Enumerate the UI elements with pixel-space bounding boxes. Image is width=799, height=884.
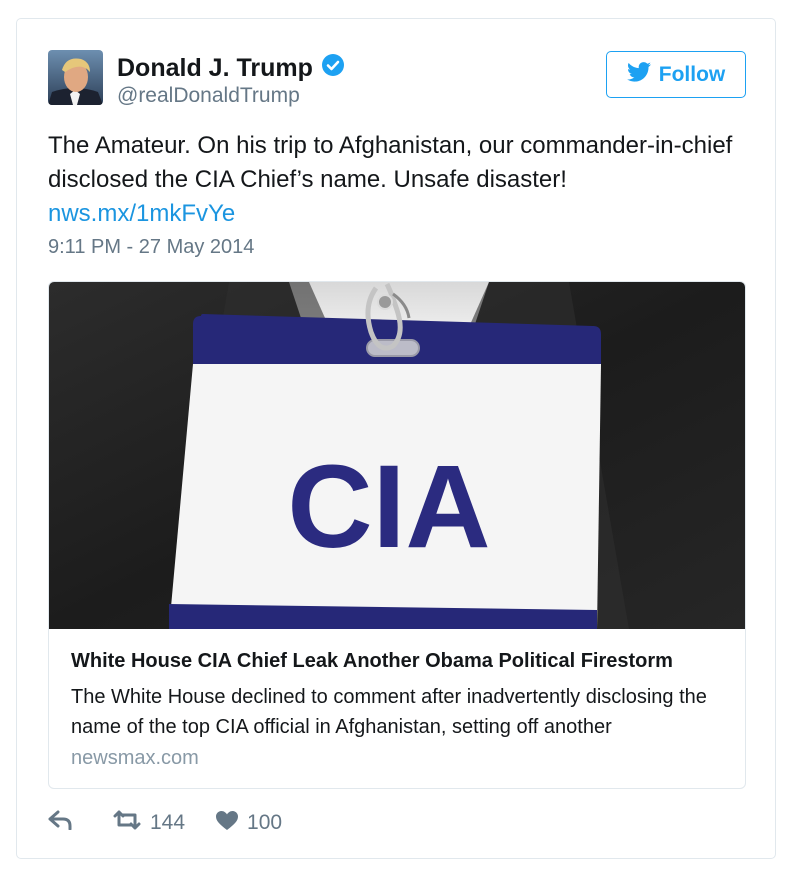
verified-badge-icon — [321, 53, 345, 84]
author-handle[interactable]: @realDonaldTrump — [117, 84, 300, 108]
follow-button-label: Follow — [658, 62, 726, 86]
like-count: 100 — [247, 811, 283, 834]
tweet-body: The Amateur. On his trip to Afghanistan,… — [48, 132, 733, 193]
reply-button[interactable] — [48, 810, 74, 836]
tweet-timestamp[interactable]: 9:11 PM - 27 May 2014 — [48, 236, 254, 259]
link-preview-card[interactable]: CIA White House CIA Chief Leak Another O… — [48, 281, 746, 789]
retweet-button[interactable]: 144 — [112, 809, 185, 837]
card-image: CIA — [49, 282, 745, 629]
author-name-text: Donald J. Trump — [117, 54, 313, 82]
card-domain: newsmax.com — [71, 747, 199, 769]
twitter-bird-icon — [626, 61, 651, 88]
card-title[interactable]: White House CIA Chief Leak Another Obama… — [71, 650, 731, 673]
like-button[interactable]: 100 — [215, 810, 282, 837]
heart-icon — [215, 810, 239, 837]
avatar[interactable] — [48, 50, 103, 105]
tweet-link[interactable]: nws.mx/1mkFvYe — [48, 197, 760, 231]
tweet-text: The Amateur. On his trip to Afghanistan,… — [48, 129, 760, 231]
follow-button[interactable]: Follow — [606, 51, 746, 98]
author-name[interactable]: Donald J. Trump — [117, 53, 345, 84]
tweet-card: Donald J. Trump @realDonaldTrump Follow … — [16, 18, 776, 859]
card-description: The White House declined to comment afte… — [71, 686, 707, 738]
tweet-actions: 144 100 — [48, 809, 282, 837]
retweet-count: 144 — [150, 811, 186, 834]
reply-icon — [48, 810, 74, 836]
cia-badge-text: CIA — [287, 441, 490, 573]
retweet-icon — [112, 809, 142, 837]
